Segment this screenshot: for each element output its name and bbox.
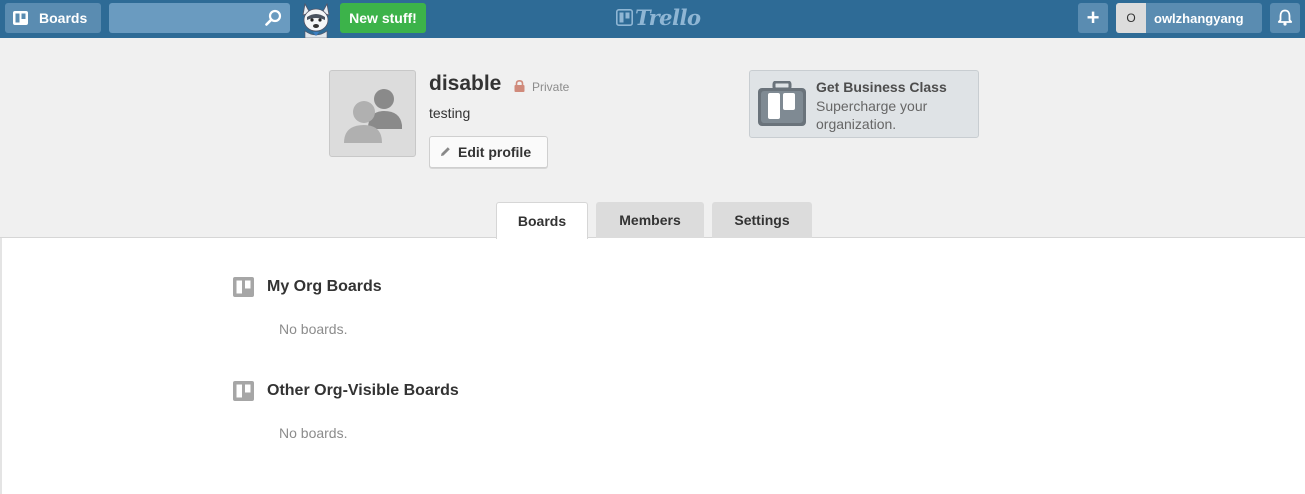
top-header: Boards New stuff! Trello + O owlzhangyan… bbox=[0, 0, 1305, 38]
member-name: owlzhangyang bbox=[1154, 11, 1244, 26]
search-icon[interactable] bbox=[265, 9, 282, 26]
business-class-promo[interactable]: Get Business Class Supercharge your orga… bbox=[749, 70, 979, 138]
member-menu-button[interactable]: O owlzhangyang bbox=[1116, 3, 1262, 33]
tab-members[interactable]: Members bbox=[596, 202, 704, 238]
avatar: O bbox=[1116, 3, 1146, 33]
trello-logo-text: Trello bbox=[635, 5, 701, 30]
briefcase-icon bbox=[758, 81, 806, 126]
org-profile-header: disable Private testing Edit profile Get… bbox=[0, 38, 1305, 239]
org-avatar bbox=[329, 70, 416, 157]
visibility-label: Private bbox=[532, 80, 570, 94]
new-stuff-button[interactable]: New stuff! bbox=[340, 3, 426, 33]
notifications-button[interactable] bbox=[1270, 3, 1300, 33]
edit-profile-button[interactable]: Edit profile bbox=[429, 136, 548, 168]
tab-boards[interactable]: Boards bbox=[496, 202, 588, 239]
empty-state-text: No boards. bbox=[279, 321, 348, 337]
section-title-my-org-boards: My Org Boards bbox=[267, 278, 382, 295]
boards-button-label: Boards bbox=[39, 10, 88, 26]
business-class-subtitle: Supercharge your organization. bbox=[816, 98, 928, 132]
trello-logo-icon bbox=[616, 9, 633, 26]
org-members-icon bbox=[344, 89, 402, 143]
business-class-title: Get Business Class bbox=[816, 79, 947, 95]
org-name: disable bbox=[429, 72, 502, 95]
section-title-other-org-visible-boards: Other Org-Visible Boards bbox=[267, 382, 459, 399]
lock-icon bbox=[514, 80, 525, 92]
empty-state-text: No boards. bbox=[279, 425, 348, 441]
board-icon bbox=[13, 11, 28, 25]
taco-mascot-icon[interactable] bbox=[297, 1, 335, 38]
boards-button[interactable]: Boards bbox=[5, 3, 101, 33]
search-input[interactable] bbox=[109, 3, 290, 33]
board-icon bbox=[233, 277, 254, 297]
org-description: testing bbox=[429, 105, 471, 121]
bell-icon bbox=[1277, 9, 1293, 26]
edit-profile-label: Edit profile bbox=[458, 144, 532, 160]
board-icon bbox=[233, 381, 254, 401]
pencil-icon bbox=[441, 147, 450, 156]
tab-settings[interactable]: Settings bbox=[712, 202, 812, 238]
add-button[interactable]: + bbox=[1078, 3, 1108, 33]
